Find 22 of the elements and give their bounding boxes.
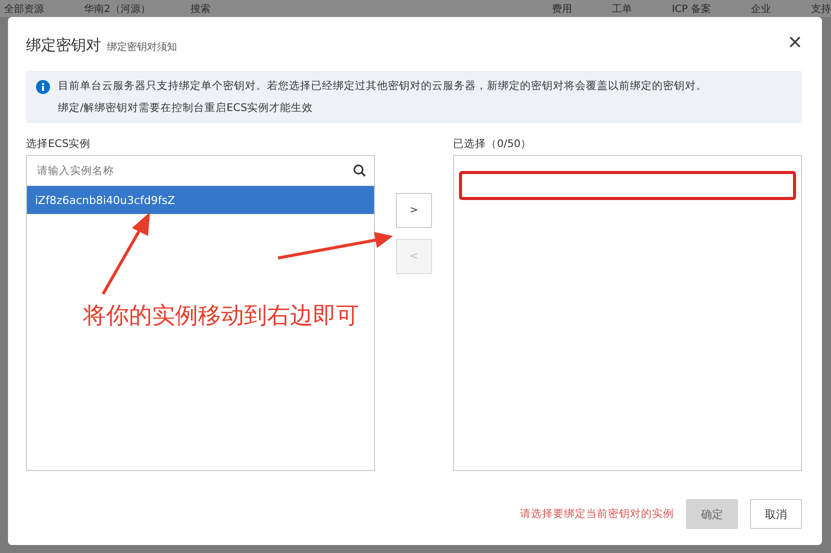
nav-text[interactable]: 支持	[811, 2, 831, 16]
close-button[interactable]: ×	[788, 33, 802, 53]
cancel-button[interactable]: 取消	[750, 499, 802, 529]
dialog-title: 绑定密钥对	[26, 36, 101, 55]
transfer-button[interactable]: >	[396, 193, 432, 228]
dialog-subtitle: 绑定密钥对须知	[107, 40, 177, 54]
nav-text[interactable]: 企业	[751, 2, 771, 16]
nav-text[interactable]: 工单	[612, 2, 632, 16]
notice-text: 绑定/解绑密钥对需要在控制台重启ECS实例才能生效	[58, 101, 314, 115]
nav-text[interactable]: 全部资源	[4, 2, 44, 16]
target-label: 已选择（0/50）	[453, 137, 533, 152]
info-icon	[36, 80, 50, 94]
nav-text[interactable]: 华南2（河源）	[84, 2, 150, 16]
notice-text: 目前单台云服务器只支持绑定单个密钥对。若您选择已经绑定过其他密钥对的云服务器，新绑定的密钥对将会覆盖以前绑定的密钥对。	[58, 79, 707, 93]
search-icon[interactable]	[353, 164, 366, 177]
annotation-text: 将你的实例移动到右边即可	[83, 302, 359, 331]
instance-item[interactable]: iZf8z6acnb8i40u3cfd9fsZ	[27, 186, 374, 214]
nav-text[interactable]: 搜索	[190, 2, 210, 16]
source-label: 选择ECS实例	[26, 137, 92, 152]
nav-text[interactable]: 费用	[552, 2, 572, 16]
error-message: 请选择要绑定当前密钥对的实例	[520, 507, 674, 521]
nav-text[interactable]: ICP 备案	[672, 2, 711, 16]
